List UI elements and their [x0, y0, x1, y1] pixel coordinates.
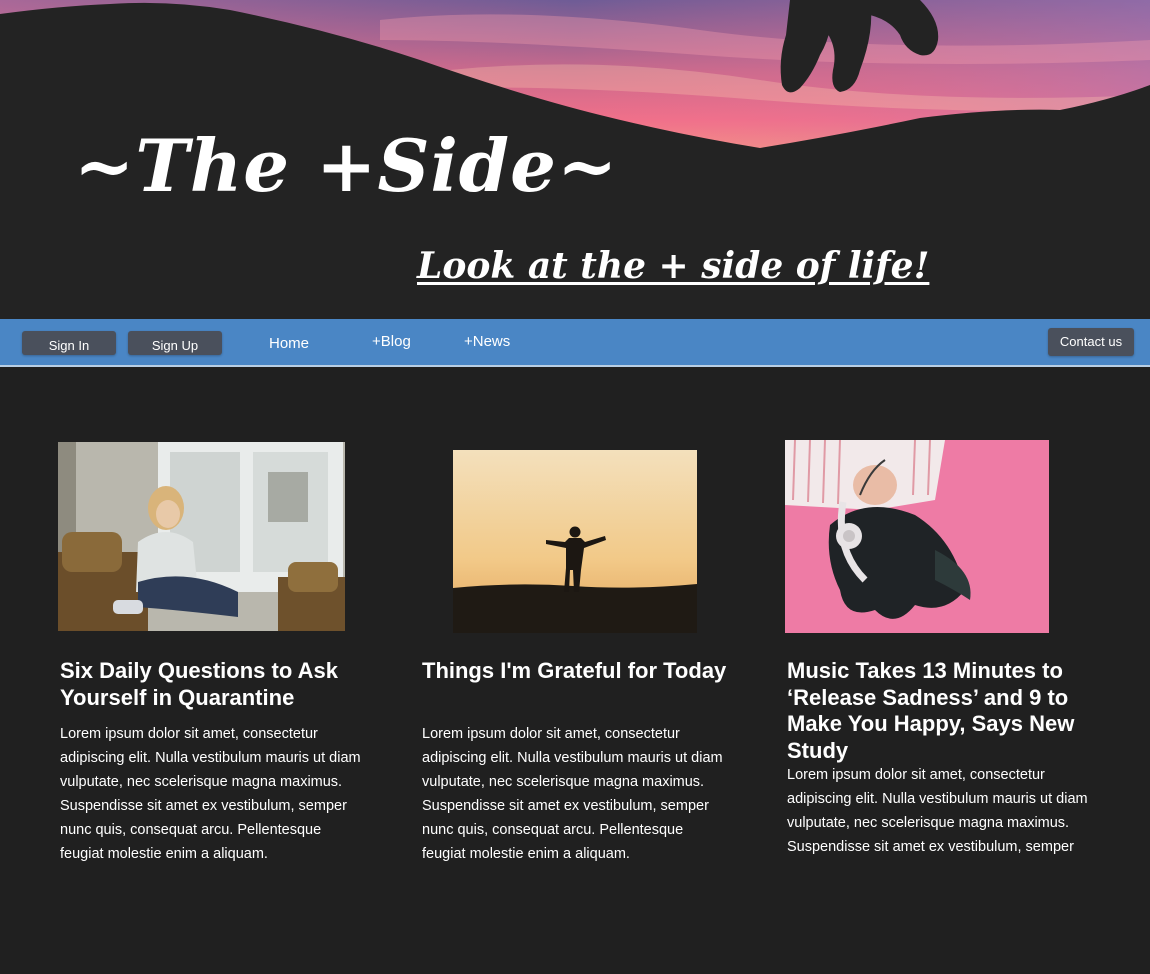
article-title[interactable]: Music Takes 13 Minutes to ‘Release Sadne… — [787, 658, 1087, 764]
article-excerpt: Lorem ipsum dolor sit amet, consectetur … — [787, 767, 1088, 855]
article-image-sunset-silhouette[interactable] — [453, 450, 697, 633]
site-tagline: Look at the + side of life! — [417, 245, 930, 287]
sign-up-button[interactable]: Sign Up — [128, 331, 222, 355]
main-nav: Sign In Sign Up Home +Blog +News Contact… — [0, 319, 1150, 367]
article-image-woman-in-chair[interactable] — [58, 442, 345, 631]
page: ~The +Side~ Look at the + side of life! … — [0, 0, 1150, 974]
sign-in-button[interactable]: Sign In — [22, 331, 116, 355]
contact-us-button[interactable]: Contact us — [1048, 328, 1134, 356]
hero-header: ~The +Side~ Look at the + side of life! — [0, 0, 1150, 319]
nav-link-home[interactable]: Home — [269, 333, 309, 355]
site-title: ~The +Side~ — [74, 123, 619, 208]
nav-link-news[interactable]: +News — [464, 331, 510, 353]
article-image-headphones-pink[interactable] — [785, 440, 1049, 633]
article-excerpt: Lorem ipsum dolor sit amet, consectetur … — [422, 726, 723, 862]
nav-link-blog[interactable]: +Blog — [372, 331, 411, 353]
article-title[interactable]: Things I'm Grateful for Today — [422, 658, 742, 685]
article-excerpt: Lorem ipsum dolor sit amet, consectetur … — [60, 726, 361, 862]
article-title[interactable]: Six Daily Questions to Ask Yourself in Q… — [60, 658, 380, 711]
